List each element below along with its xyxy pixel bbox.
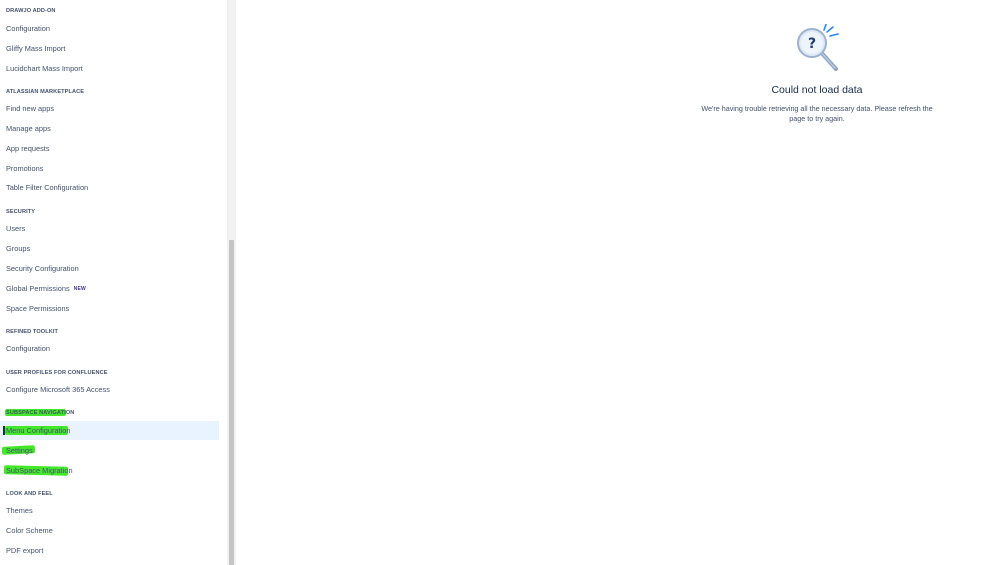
sidebar-item-label: SubSpace Migration: [6, 466, 73, 475]
sidebar-scrollbar-thumb[interactable]: [229, 240, 234, 565]
sidebar-item-settings[interactable]: Settings: [0, 441, 219, 460]
error-title: Could not load data: [771, 84, 863, 96]
sidebar-item-pdf-export[interactable]: PDF export: [0, 541, 219, 560]
sidebar-item-find-new-apps[interactable]: Find new apps: [0, 99, 219, 118]
sidebar-item-drawio-configuration[interactable]: Configuration: [0, 19, 219, 38]
section-heading-refined-toolkit: REFINED TOOLKIT: [6, 329, 59, 335]
error-message: We're having trouble retrieving all the …: [701, 104, 933, 123]
sidebar-item-lucidchart-mass-import[interactable]: Lucidchart Mass Import: [0, 59, 219, 78]
magnifier-question-icon: ?: [795, 23, 841, 72]
admin-sidebar: DRAWJO ADD-ON Configuration Gliffy Mass …: [0, 0, 227, 565]
sidebar-item-color-scheme[interactable]: Color Scheme: [0, 521, 219, 540]
svg-text:?: ?: [808, 36, 816, 52]
sidebar-item-subspace-migration[interactable]: SubSpace Migration: [0, 461, 219, 480]
section-heading-look-and-feel: LOOK AND FEEL: [6, 491, 53, 497]
sidebar-item-groups[interactable]: Groups: [0, 239, 219, 258]
sidebar-item-label: Global Permissions: [6, 284, 70, 293]
sidebar-item-refined-configuration[interactable]: Configuration: [0, 339, 219, 358]
text-cursor: [3, 426, 5, 435]
sidebar-item-security-configuration[interactable]: Security Configuration: [0, 259, 219, 278]
sidebar-item-promotions[interactable]: Promotions: [0, 159, 219, 178]
sidebar-item-configure-microsoft-365[interactable]: Configure Microsoft 365 Access: [0, 380, 219, 399]
section-heading-user-profiles: USER PROFILES FOR CONFLUENCE: [6, 370, 108, 376]
sidebar-item-gliffy-mass-import[interactable]: Gliffy Mass Import: [0, 39, 219, 58]
sidebar-item-users[interactable]: Users: [0, 219, 219, 238]
sidebar-item-table-filter-configuration[interactable]: Table Filter Configuration: [0, 178, 219, 197]
sidebar-item-menu-configuration[interactable]: Menu Configuration: [0, 421, 219, 440]
sidebar-item-space-permissions[interactable]: Space Permissions: [0, 299, 219, 318]
sidebar-item-app-requests[interactable]: App requests: [0, 139, 219, 158]
sidebar-item-label: Settings: [6, 446, 33, 455]
sidebar-item-manage-apps[interactable]: Manage apps: [0, 119, 219, 138]
section-heading-subspace-navigation: SUBSPACE NAVIGATION: [6, 410, 75, 416]
sidebar-item-label: Menu Configuration: [6, 426, 71, 435]
section-heading-security: SECURITY: [6, 209, 36, 215]
new-badge: NEW: [73, 286, 86, 292]
sidebar-item-themes[interactable]: Themes: [0, 501, 219, 520]
section-heading-drawio: DRAWJO ADD-ON: [6, 8, 56, 14]
section-heading-marketplace: ATLASSIAN MARKETPLACE: [6, 89, 85, 95]
sidebar-item-global-permissions[interactable]: Global Permissions NEW: [0, 279, 219, 298]
